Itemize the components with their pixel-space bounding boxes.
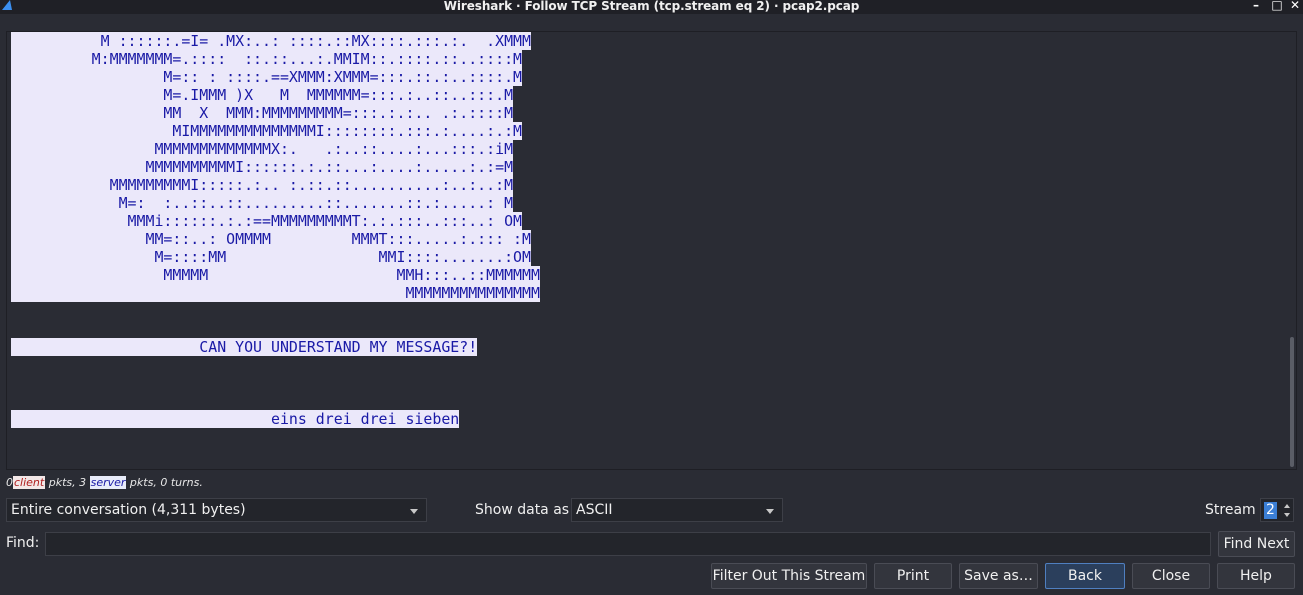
stream-line: M=.IMMM )X M MMMMMM=:::.:..::..:::.M [11, 86, 540, 104]
stream-ascii-text: M ::::::.=I= .MX:..: ::::.::MX::::.:::.:… [11, 32, 540, 446]
stream-line: CAN YOU UNDERSTAND MY MESSAGE?! [11, 338, 540, 356]
stream-line: M=: :..::..::.........::.......::.:.....… [11, 194, 540, 212]
stream-line-text: MM=::..: OMMMM MMMT:::.....:.::: :M [11, 230, 531, 248]
vertical-scrollbar[interactable] [1287, 32, 1296, 469]
stream-line [11, 302, 540, 320]
close-icon[interactable]: ✕ [1288, 0, 1302, 12]
maximize-icon[interactable]: □ [1270, 0, 1284, 12]
stream-line: MMMMMMMMMMMMMMM [11, 284, 540, 302]
conversation-select[interactable]: Entire conversation (4,311 bytes) [6, 498, 427, 522]
stream-line-text: M=:: : ::::.==XMMM:XMMM=:::.::.:..::::.M [11, 68, 523, 86]
stream-line-text: MIMMMMMMMMMMMMMMI::::::::.:::.:....:.:M [11, 122, 523, 140]
stream-line-text: eins drei drei sieben [11, 410, 460, 428]
stream-content-pane[interactable]: M ::::::.=I= .MX:..: ::::.::MX::::.:::.:… [6, 31, 1297, 470]
stream-line: MMMMMMMMMI:::::.:.. :.::.::..........:..… [11, 176, 540, 194]
stream-number-value: 2 [1264, 502, 1277, 519]
stream-line: M=::::MM MMI::::.......:OM [11, 248, 540, 266]
stream-line: MM X MMM:MMMMMMMMM=:::.:.:.. .:.::::M [11, 104, 540, 122]
window-title: Wireshark · Follow TCP Stream (tcp.strea… [443, 0, 860, 13]
server-tag: server [89, 476, 127, 489]
title-bar: Wireshark · Follow TCP Stream (tcp.strea… [0, 0, 1303, 14]
show-data-as-label: Show data as [475, 502, 570, 518]
show-data-as-select[interactable]: ASCII [571, 498, 783, 522]
stream-line [11, 428, 540, 446]
filter-out-stream-button[interactable]: Filter Out This Stream [711, 563, 867, 589]
stream-line [11, 374, 540, 392]
stream-line: MIMMMMMMMMMMMMMMI::::::::.:::.:....:.:M [11, 122, 540, 140]
stream-line [11, 392, 540, 410]
stream-stats: 0client pkts, 3 server pkts, 0 turns. [6, 476, 203, 489]
stream-line: M=:: : ::::.==XMMM:XMMM=:::.::.:..::::.M [11, 68, 540, 86]
find-next-label: Find Next [1223, 536, 1290, 552]
show-data-as-value: ASCII [576, 502, 613, 518]
stream-line: MMMMMMMMMMI::::::.:.::...:....:.....:.:=… [11, 158, 540, 176]
spin-down-icon[interactable] [1284, 513, 1290, 517]
find-input[interactable] [45, 532, 1211, 556]
stream-line-text: MMMMMMMMMMMMMMM [11, 284, 540, 302]
stream-line: MMMMMMMMMMMMMX:. .:..::....:...:::.:iM [11, 140, 540, 158]
stream-label: Stream [1205, 502, 1256, 518]
stream-line-text: MMMMM MMH:::..::MMMMMM [11, 266, 540, 284]
back-button[interactable]: Back [1045, 563, 1125, 589]
find-next-button[interactable]: Find Next [1218, 531, 1295, 557]
scrollbar-thumb[interactable] [1290, 337, 1294, 467]
find-label: Find: [6, 535, 40, 551]
conversation-select-value: Entire conversation (4,311 bytes) [11, 502, 246, 518]
stream-line-text: M=.IMMM )X M MMMMMM=:::.:..::..:::.M [11, 86, 514, 104]
stream-line: M ::::::.=I= .MX:..: ::::.::MX::::.:::.:… [11, 32, 540, 50]
stream-line-text: M=::::MM MMI::::.......:OM [11, 248, 531, 266]
stream-number-spinbox[interactable]: 2 [1260, 498, 1294, 522]
close-button[interactable]: Close [1132, 563, 1210, 589]
stream-line-text: MMMi::::::.:.:==MMMMMMMMMT:.:.:::..:::..… [11, 212, 523, 230]
stream-line-text: M ::::::.=I= .MX:..: ::::.::MX::::.:::.:… [11, 32, 531, 50]
spin-up-icon[interactable] [1284, 504, 1290, 508]
stream-line-text: MM X MMM:MMMMMMMMM=:::.:.:.. .:.::::M [11, 104, 514, 122]
stream-line [11, 356, 540, 374]
print-button[interactable]: Print [874, 563, 952, 589]
stream-line: M:MMMMMMM=.:::: ::.::...:.MMIM::.::::.::… [11, 50, 540, 68]
save-as-button[interactable]: Save as… [959, 563, 1038, 589]
minimize-icon[interactable]: – [1249, 0, 1263, 12]
stream-line-text: M:MMMMMMM=.:::: ::.::...:.MMIM::.::::.::… [11, 50, 523, 68]
stream-line: eins drei drei sieben [11, 410, 540, 428]
help-button[interactable]: Help [1217, 563, 1295, 589]
stream-line [11, 320, 540, 338]
server-pkt-text: pkts, 3 [45, 476, 90, 489]
stream-line: MMMi::::::.:.:==MMMMMMMMMT:.:.:::..:::..… [11, 212, 540, 230]
stream-line-text: M=: :..::..::.........::.......::.:.....… [11, 194, 514, 212]
client-tag: client [13, 476, 46, 489]
turns-text: pkts, 0 turns. [126, 476, 203, 489]
client-pkt-count: 0 [6, 476, 13, 489]
stream-line-text: CAN YOU UNDERSTAND MY MESSAGE?! [11, 338, 478, 356]
chevron-down-icon [766, 509, 774, 514]
chevron-down-icon [410, 509, 418, 514]
stream-line: MM=::..: OMMMM MMMT:::.....:.::: :M [11, 230, 540, 248]
stream-line-text: MMMMMMMMMMI::::::.:.::...:....:.....:.:=… [11, 158, 514, 176]
stream-line: MMMMM MMH:::..::MMMMMM [11, 266, 540, 284]
stream-line-text: MMMMMMMMMMMMMX:. .:..::....:...:::.:iM [11, 140, 514, 158]
stream-line-text: MMMMMMMMMI:::::.:.. :.::.::..........:..… [11, 176, 514, 194]
